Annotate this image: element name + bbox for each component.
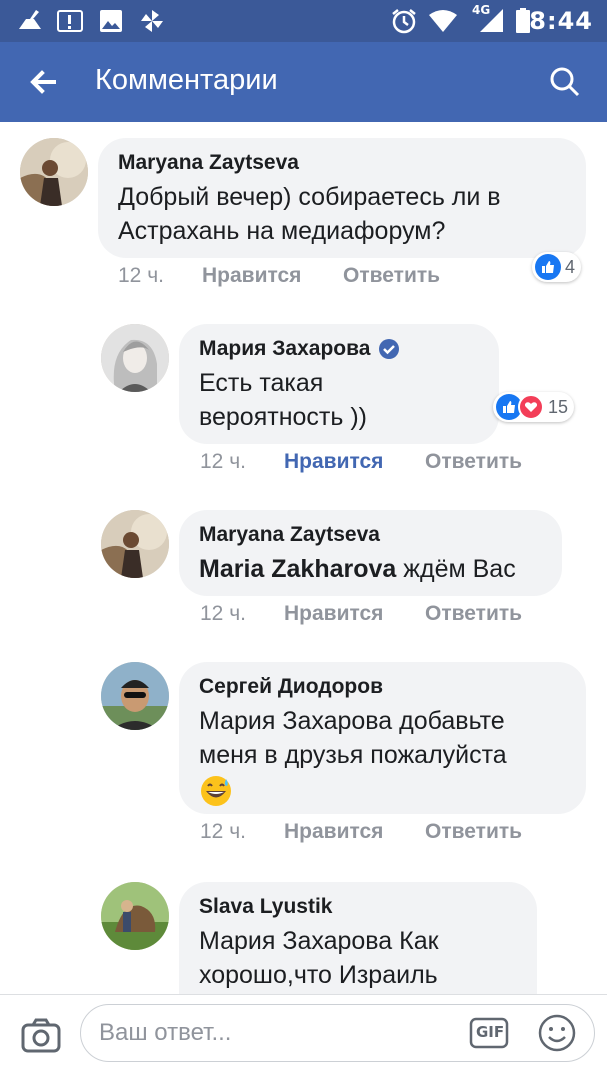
status-time: 8:44 <box>529 7 593 35</box>
signal-icon: 4G <box>470 3 506 35</box>
comment-item: Maryana Zaytseva Добрый вечер) собираете… <box>0 122 607 302</box>
comment-author[interactable]: Maryana Zaytseva <box>118 150 566 176</box>
comment-bubble[interactable]: Сергей Диодоров Мария Захарова добавьте … <box>179 662 586 814</box>
comment-bubble[interactable]: Мария Захарова Есть такая вероятность )) <box>179 324 499 444</box>
comment-author[interactable]: Slava Lyustik <box>199 894 517 920</box>
pinwheel-icon <box>138 7 166 35</box>
reaction-summary[interactable]: 4 <box>532 252 582 282</box>
comment-item: Maryana Zaytseva Maria Zakharova ждём Ва… <box>0 494 607 644</box>
status-bar: 4G 8:44 <box>0 0 607 42</box>
camera-icon[interactable] <box>20 1015 62 1057</box>
gallery-icon <box>97 7 125 35</box>
avatar[interactable] <box>101 882 169 950</box>
page-title: Комментарии <box>95 64 278 96</box>
comment-meta: 12 ч. Нравится Ответить <box>118 264 440 288</box>
comment-author[interactable]: Сергей Диодоров <box>199 674 566 700</box>
comment-bubble[interactable]: Maryana Zaytseva Maria Zakharova ждём Ва… <box>179 510 562 596</box>
mention-link[interactable]: Maria Zakharova <box>199 555 396 583</box>
comment-text: Мария Захарова добавьте меня в друзья по… <box>199 707 507 769</box>
comment-meta: 12 ч. Нравится Ответить <box>200 602 522 626</box>
reply-input-placeholder: Ваш ответ... <box>99 1019 232 1046</box>
comment-item: Мария Захарова Есть такая вероятность ))… <box>0 308 607 488</box>
like-button[interactable]: Нравится <box>284 602 425 626</box>
comment-text: Maria Zakharova ждём Вас <box>199 552 542 586</box>
reply-input[interactable]: Ваш ответ... GIF <box>80 1004 595 1062</box>
wifi-icon <box>428 7 457 35</box>
comment-text: Добрый вечер) собираетесь ли в Астрахань… <box>118 183 501 245</box>
like-button[interactable]: Нравится <box>284 820 425 844</box>
comment-text: Мария Захарова Как хорошо,что Израиль <box>199 927 439 989</box>
grinning-sweat-emoji-icon <box>199 774 233 808</box>
reply-button[interactable]: Ответить <box>343 264 440 288</box>
comment-time: 12 ч. <box>200 820 246 843</box>
comment-bubble[interactable]: Maryana Zaytseva Добрый вечер) собираете… <box>98 138 586 258</box>
reply-button[interactable]: Ответить <box>425 602 522 626</box>
avatar[interactable] <box>101 662 169 730</box>
reaction-summary[interactable]: 15 <box>493 392 575 422</box>
gif-button[interactable]: GIF <box>469 1017 509 1049</box>
alarm-icon <box>390 7 418 35</box>
like-button[interactable]: Нравится <box>284 450 425 474</box>
network-label: 4G <box>472 3 491 17</box>
comment-time: 12 ч. <box>118 264 164 287</box>
like-reaction-icon <box>535 254 561 280</box>
reply-button[interactable]: Ответить <box>425 820 522 844</box>
reply-composer: Ваш ответ... GIF <box>0 994 607 1080</box>
avatar[interactable] <box>20 138 88 206</box>
comment-meta: 12 ч. Нравится Ответить <box>200 820 522 844</box>
comment-text-body: ждём Вас <box>396 555 516 583</box>
comment-bubble[interactable]: Slava Lyustik Мария Захарова Как хорошо,… <box>179 882 537 994</box>
comment-author-row: Мария Захарова <box>199 336 479 362</box>
smiley-icon[interactable] <box>537 1013 577 1053</box>
reply-button[interactable]: Ответить <box>425 450 522 474</box>
arrow-left-icon[interactable] <box>22 60 66 104</box>
verified-badge-icon <box>378 338 400 360</box>
comments-list: Maryana Zaytseva Добрый вечер) собираете… <box>0 122 607 994</box>
reaction-count: 4 <box>565 256 576 277</box>
comment-meta: 12 ч. Нравится Ответить <box>200 450 522 474</box>
comment-item: Сергей Диодоров Мария Захарова добавьте … <box>0 646 607 866</box>
cleaner-icon <box>16 7 44 35</box>
comment-author[interactable]: Мария Захарова <box>199 336 370 362</box>
like-button[interactable]: Нравится <box>202 264 343 288</box>
search-icon[interactable] <box>543 60 587 104</box>
comment-time: 12 ч. <box>200 602 246 625</box>
comment-item: Slava Lyustik Мария Захарова Как хорошо,… <box>0 866 607 994</box>
alert-image-icon <box>56 7 84 35</box>
avatar[interactable] <box>101 510 169 578</box>
comment-author[interactable]: Maryana Zaytseva <box>199 522 542 548</box>
avatar[interactable] <box>101 324 169 392</box>
gif-label: GIF <box>476 1023 505 1041</box>
reaction-count: 15 <box>548 396 569 417</box>
comment-time: 12 ч. <box>200 450 246 473</box>
love-reaction-icon <box>518 394 544 420</box>
comment-text: Есть такая вероятность )) <box>199 369 367 431</box>
app-bar: Комментарии <box>0 42 607 122</box>
